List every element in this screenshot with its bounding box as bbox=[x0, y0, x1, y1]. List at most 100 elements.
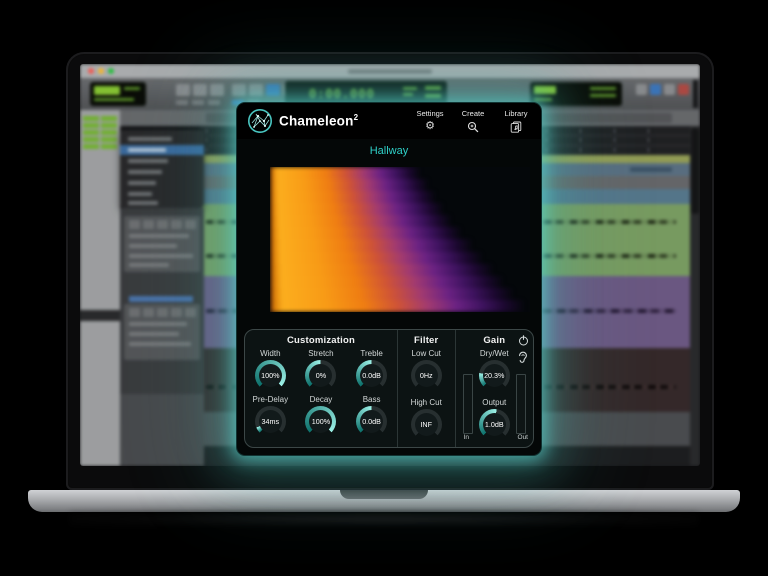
knob-dial: INF bbox=[410, 409, 442, 440]
transport-button bbox=[193, 84, 207, 96]
section-title: Customization bbox=[286, 335, 355, 346]
menu-label-library: Library bbox=[504, 109, 528, 118]
knob-low-cut[interactable]: Low Cut 0Hz bbox=[410, 349, 442, 391]
knob-label: Decay bbox=[309, 395, 333, 404]
meter-label-in: In bbox=[463, 434, 469, 441]
menu-item-library[interactable]: Library bbox=[501, 109, 531, 133]
knob-treble[interactable]: Treble 0.0dB bbox=[346, 349, 397, 391]
knob-value: 100% bbox=[261, 371, 280, 380]
transport-button bbox=[636, 84, 647, 95]
knob-stretch[interactable]: Stretch 0% bbox=[296, 349, 347, 391]
knob-value: 1.0dB bbox=[484, 420, 504, 429]
laptop-base bbox=[28, 490, 740, 512]
transport-play-button bbox=[266, 84, 280, 96]
plugin-logo-icon bbox=[248, 109, 272, 133]
window-title bbox=[348, 69, 432, 74]
spectrogram-band bbox=[270, 191, 437, 204]
spectrogram-band bbox=[270, 203, 445, 216]
knob-high-cut[interactable]: High Cut INF bbox=[411, 398, 442, 440]
transport-button bbox=[232, 84, 246, 96]
knob-value: 20.3% bbox=[484, 371, 505, 380]
spectrogram-band bbox=[270, 287, 515, 300]
plugin-menu: Settings ⚙ Create Library bbox=[415, 109, 531, 133]
scrollbar-thumb[interactable] bbox=[691, 128, 699, 214]
stage: 0:00.000 Chameleon2 Settings ⚙ Create Li… bbox=[0, 0, 768, 576]
menu-item-settings[interactable]: Settings ⚙ bbox=[415, 109, 445, 133]
spectrogram-band bbox=[270, 251, 484, 264]
menu-highlighted-item bbox=[120, 145, 204, 155]
ear-icon[interactable] bbox=[517, 351, 529, 363]
magnifier-icon bbox=[467, 120, 479, 133]
spectrogram-band bbox=[270, 179, 429, 192]
knob-label: Output bbox=[482, 398, 507, 407]
controls-panel: Customization Width 100% Stretch 0% Treb… bbox=[244, 329, 534, 448]
transport-button bbox=[650, 84, 661, 95]
knob-label: Width bbox=[260, 349, 281, 358]
meter-in bbox=[462, 374, 473, 434]
knob-label: Dry/Wet bbox=[479, 349, 509, 358]
knob-decay[interactable]: Decay 100% bbox=[296, 395, 347, 437]
knob-dial: 0.0dB bbox=[356, 406, 388, 437]
knob-bass[interactable]: Bass 0.0dB bbox=[346, 395, 397, 437]
traffic-light-zoom[interactable] bbox=[108, 68, 114, 74]
meter-label-out: Out bbox=[517, 434, 528, 441]
knob-dial: 20.3% bbox=[478, 360, 510, 391]
plugin-title-sup: 2 bbox=[353, 113, 359, 123]
transport-mini-button bbox=[176, 100, 188, 105]
traffic-light-close[interactable] bbox=[88, 68, 94, 74]
preset-name[interactable]: Hallway bbox=[237, 145, 541, 157]
clip-list-panel bbox=[80, 110, 120, 466]
knob-dial: 100% bbox=[254, 360, 286, 391]
knob-width[interactable]: Width 100% bbox=[245, 349, 296, 391]
section-filter: Filter Low Cut 0Hz High Cut INF bbox=[396, 330, 455, 447]
traffic-light-minimize[interactable] bbox=[98, 68, 104, 74]
gear-icon: ⚙ bbox=[425, 120, 435, 132]
plugin-header: Chameleon2 Settings ⚙ Create Library bbox=[237, 103, 541, 139]
spectrogram-band bbox=[270, 215, 452, 228]
knob-label: Stretch bbox=[308, 349, 334, 358]
transport-record-button bbox=[678, 84, 689, 95]
laptop-notch bbox=[340, 490, 428, 499]
section-customization: Customization Width 100% Stretch 0% Treb… bbox=[245, 330, 397, 447]
knob-output[interactable]: Output 1.0dB bbox=[478, 398, 510, 440]
transport-mini-button bbox=[208, 100, 220, 105]
knob-dial: 0.0dB bbox=[356, 360, 388, 391]
knob-dial: 0% bbox=[305, 360, 337, 391]
spectrogram-band bbox=[270, 275, 504, 288]
knob-dry-wet[interactable]: Dry/Wet 20.3% bbox=[478, 349, 510, 391]
library-icon bbox=[510, 120, 522, 133]
spectrogram-band bbox=[270, 167, 421, 180]
knob-value: 0.0dB bbox=[362, 417, 381, 426]
knob-pre-delay[interactable]: Pre-Delay 34ms bbox=[245, 395, 296, 437]
knob-label: Treble bbox=[360, 349, 383, 358]
plugin-window: Chameleon2 Settings ⚙ Create Library Hal… bbox=[237, 103, 541, 455]
knob-dial: 100% bbox=[305, 406, 337, 437]
menu-item-create[interactable]: Create bbox=[458, 109, 488, 133]
spectrogram-band bbox=[270, 227, 463, 240]
knob-value: INF bbox=[420, 420, 433, 429]
transport-lcd-left bbox=[90, 82, 146, 106]
spectrogram: 20kHz 5kHz 2kHz 200Hz 0.5 1.0 1.5 2.0 2.… bbox=[270, 167, 530, 312]
knob-dial: 1.0dB bbox=[478, 409, 510, 440]
transport-button bbox=[176, 84, 190, 96]
knob-label: Low Cut bbox=[411, 349, 441, 358]
menu-label-create: Create bbox=[461, 109, 485, 118]
power-icon[interactable] bbox=[517, 334, 529, 346]
transport-button bbox=[664, 84, 675, 95]
knob-value: 0% bbox=[315, 371, 327, 380]
spectrogram-bands bbox=[270, 167, 530, 312]
knob-label: Pre-Delay bbox=[252, 395, 289, 404]
knob-value: 100% bbox=[311, 417, 331, 426]
counter-display bbox=[530, 82, 622, 106]
track-controls-panel bbox=[120, 208, 204, 466]
laptop-shadow bbox=[70, 511, 698, 527]
knob-dial: 0Hz bbox=[410, 360, 442, 391]
groups-header bbox=[80, 310, 120, 321]
scrollbar[interactable] bbox=[690, 126, 700, 466]
knob-value: 34ms bbox=[261, 417, 280, 426]
section-title: Filter bbox=[414, 335, 439, 346]
plugin-title: Chameleon2 bbox=[279, 113, 359, 129]
knob-value: 0.0dB bbox=[362, 371, 381, 380]
timecode-value: 0:00.000 bbox=[309, 87, 375, 101]
knob-label: High Cut bbox=[410, 398, 442, 407]
